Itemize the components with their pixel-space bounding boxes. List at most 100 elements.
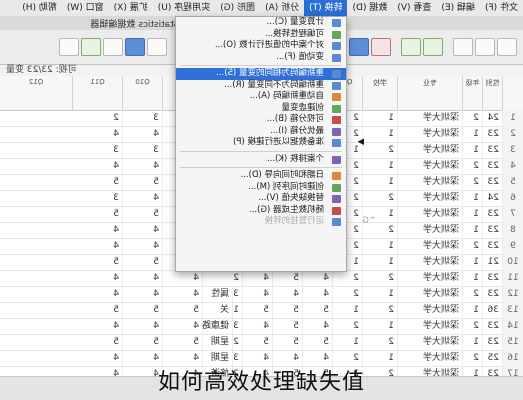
table-row[interactable]: 11 23 1 深圳大学 2 2 4 5 4 2 4 4 4	[0, 270, 523, 287]
table-cell[interactable]: 4	[123, 126, 163, 142]
table-cell[interactable]: 深圳大学	[398, 238, 463, 254]
row-number[interactable]: 11	[502, 270, 523, 286]
menubar-item[interactable]: 数据 (D)	[347, 0, 392, 16]
table-cell[interactable]: 2	[363, 302, 398, 318]
table-cell[interactable]: 深圳大学	[398, 302, 463, 318]
table-cell[interactable]: 3	[73, 142, 123, 158]
table-cell[interactable]: 24	[483, 190, 503, 206]
table-cell[interactable]: 5	[73, 302, 123, 318]
table-cell[interactable]: 5	[73, 334, 123, 350]
table-cell[interactable]: 4	[303, 318, 333, 334]
redo-icon[interactable]	[401, 38, 421, 56]
table-cell[interactable]: 星期	[183, 334, 233, 350]
table-cell[interactable]: 4	[123, 190, 163, 206]
menubar-item[interactable]: 窗口 (W)	[62, 0, 109, 16]
table-cell[interactable]: 2	[73, 110, 123, 126]
row-number[interactable]: 7	[502, 206, 523, 222]
table-cell[interactable]: 5	[273, 318, 303, 334]
table-cell[interactable]: 4	[123, 286, 163, 302]
table-cell[interactable]: 2	[333, 318, 363, 334]
variables-icon[interactable]	[349, 38, 369, 56]
table-cell[interactable]: 5	[273, 270, 303, 286]
menu-item[interactable]: 变动值 (F)...	[176, 52, 346, 64]
menu-item[interactable]: 个案排秩 (K)...	[176, 154, 346, 166]
menu-item[interactable]: 可编程性转换...	[176, 29, 346, 41]
row-number[interactable]: 9	[502, 238, 523, 254]
table-cell[interactable]: 4	[163, 270, 203, 286]
menubar-item[interactable]: 查看 (V)	[392, 0, 436, 16]
row-number[interactable]: 13	[502, 302, 523, 318]
table-cell[interactable]: 2	[363, 334, 398, 350]
table-row[interactable]: 15 23 1 深圳大学 2 1 5 5 5 2 5 5 5 星期	[0, 334, 523, 351]
menubar-item[interactable]: 图形 (G)	[215, 0, 260, 16]
menu-item[interactable]: 日期和时间向导 (D)...	[176, 170, 346, 182]
column-header[interactable]: Q12	[0, 76, 73, 110]
menu-item[interactable]: 重新编码为相同的变量 (S)...	[176, 68, 346, 80]
table-cell[interactable]: 24	[483, 110, 503, 126]
row-number[interactable]: 3	[502, 142, 523, 158]
table-cell[interactable]: 4	[123, 158, 163, 174]
insert-case-icon[interactable]	[147, 38, 167, 56]
table-cell[interactable]: 5	[123, 174, 163, 190]
menu-item[interactable]: 替换缺失值 (V)...	[176, 193, 346, 205]
row-number[interactable]: 6	[502, 190, 523, 206]
value-labels-icon[interactable]	[59, 38, 79, 56]
table-row[interactable]: 14 23 2 深圳大学 1 2 4 5 4 3 4 4 4 健康路	[0, 318, 523, 335]
table-cell[interactable]: 1	[363, 110, 398, 126]
column-header[interactable]: 学校	[363, 76, 398, 110]
table-cell[interactable]: 21	[483, 254, 503, 270]
table-cell[interactable]: 4	[303, 270, 333, 286]
menu-item[interactable]: 计算变量 (C)...	[176, 17, 346, 29]
table-cell[interactable]: 1	[363, 286, 398, 302]
table-row[interactable]: 13 36 1 深圳大学 2 1 5 5 5 1 5 5 5 关	[0, 302, 523, 319]
table-cell[interactable]: 4	[73, 270, 123, 286]
menu-item[interactable]: 可视分箱 (B)...	[176, 114, 346, 126]
table-cell[interactable]: 2	[463, 286, 483, 302]
table-cell[interactable]: 1	[333, 302, 363, 318]
table-cell[interactable]: 4	[73, 238, 123, 254]
menu-item[interactable]: 对个案中的值进行计数 (O)...	[176, 40, 346, 52]
table-cell[interactable]: 1	[333, 334, 363, 350]
row-number[interactable]: 1	[502, 110, 523, 126]
table-cell[interactable]: 1	[363, 126, 398, 142]
table-cell[interactable]: 2	[463, 318, 483, 334]
table-cell[interactable]: 2	[463, 158, 483, 174]
table-cell[interactable]: 属性	[183, 286, 233, 302]
menu-item[interactable]: 最优分箱 (I)...	[176, 126, 346, 138]
table-cell[interactable]: 1	[463, 222, 483, 238]
table-cell[interactable]: 1	[363, 174, 398, 190]
table-cell[interactable]: 4	[73, 158, 123, 174]
table-cell[interactable]: 5	[73, 174, 123, 190]
table-cell[interactable]: 2	[363, 270, 398, 286]
table-cell[interactable]: 4	[73, 318, 123, 334]
table-cell[interactable]: 4	[73, 126, 123, 142]
table-cell[interactable]: 1	[463, 334, 483, 350]
table-cell[interactable]: 1	[463, 206, 483, 222]
table-cell[interactable]: 23	[483, 238, 503, 254]
menu-item[interactable]: 创建虚变量	[176, 103, 346, 115]
column-header[interactable]: 专业	[398, 76, 463, 110]
column-header[interactable]: Q10	[123, 76, 163, 110]
table-cell[interactable]: 深圳大学	[398, 174, 463, 190]
table-cell[interactable]: 4	[123, 318, 163, 334]
table-cell[interactable]: 3	[123, 142, 163, 158]
column-header[interactable]: 性别	[483, 76, 503, 110]
menubar-item[interactable]: 转换 (T)	[304, 0, 348, 16]
table-cell[interactable]: 4	[123, 222, 163, 238]
menubar-item[interactable]: 实用程序 (U)	[153, 0, 215, 16]
table-cell[interactable]: 深圳大学	[398, 158, 463, 174]
table-cell[interactable]: 4	[123, 238, 163, 254]
menu-item[interactable]: 创建时间序列 (M)...	[176, 182, 346, 194]
table-cell[interactable]: 23	[483, 126, 503, 142]
menubar-item[interactable]: 分析 (A)	[260, 0, 304, 16]
table-cell[interactable]: 2	[203, 270, 243, 286]
menu-item[interactable]: 随机数生成器 (G)...	[176, 205, 346, 217]
column-header[interactable]: Q11	[73, 76, 123, 110]
table-cell[interactable]: 4	[73, 286, 123, 302]
table-cell[interactable]: 23	[483, 222, 503, 238]
table-cell[interactable]: 4	[243, 270, 273, 286]
table-cell[interactable]: 5	[123, 254, 163, 270]
menubar-item[interactable]: 扩展 (X)	[109, 0, 153, 16]
weight-cases-icon[interactable]	[103, 38, 123, 56]
table-cell[interactable]: 23	[483, 334, 503, 350]
